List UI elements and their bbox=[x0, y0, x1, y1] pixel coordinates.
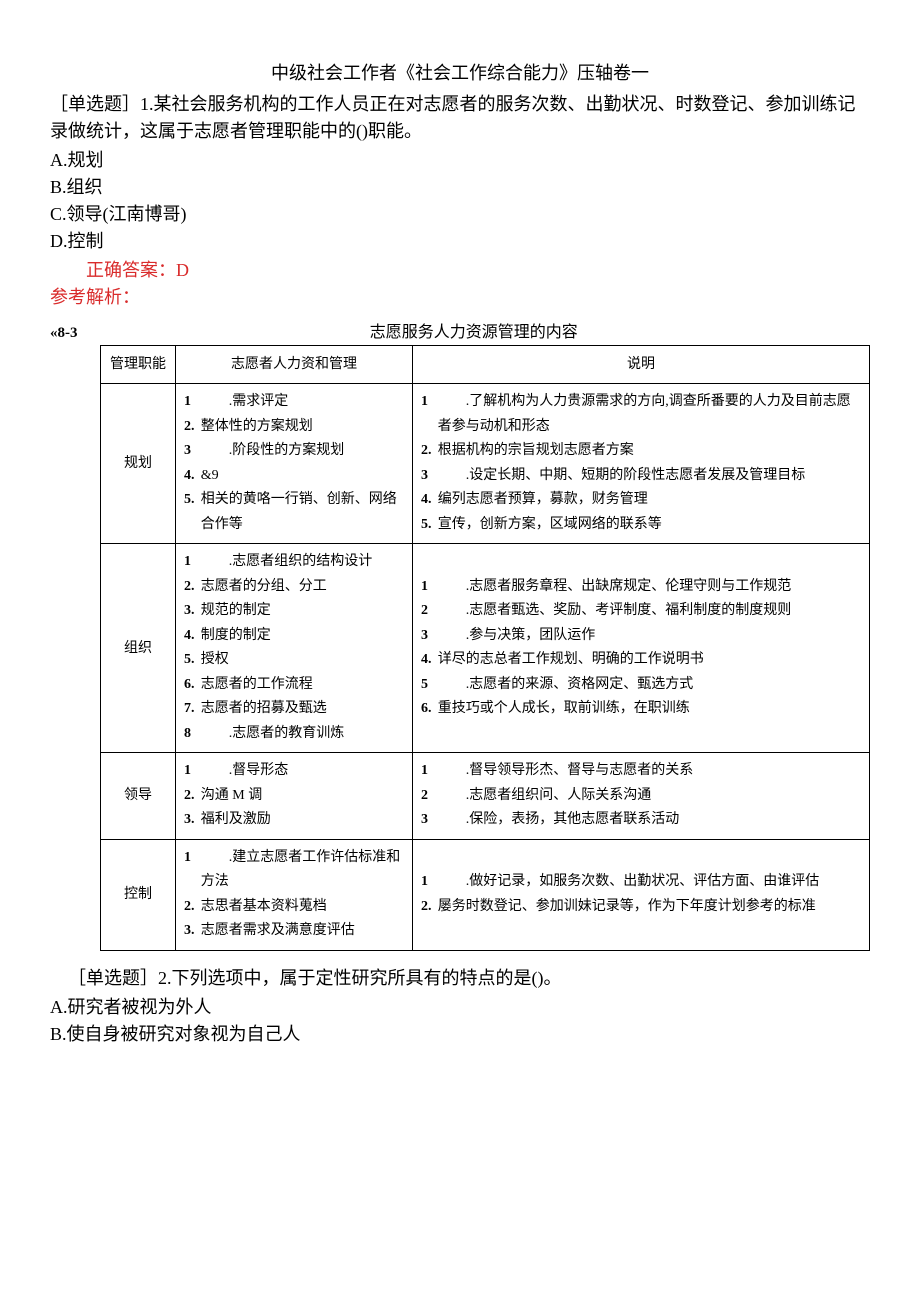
col-header-desc: 说明 bbox=[413, 346, 870, 384]
cell-func: 领导 bbox=[101, 753, 176, 840]
cell-desc: 1.了解机构为人力贵源需求的方向,调查所番要的人力及目前志愿者参与动机和形态2.… bbox=[413, 384, 870, 544]
q2-prefix: ［单选题］2. bbox=[68, 968, 172, 988]
cell-hr: 1.需求评定2.整体性的方案规划3.阶段性的方案规划4.&95.相关的黄咯一行销… bbox=[176, 384, 413, 544]
q1-prefix: ［单选题］1. bbox=[50, 94, 154, 114]
cell-func: 控制 bbox=[101, 839, 176, 950]
q2-block: ［单选题］2.下列选项中，属于定性研究所具有的特点的是()。 A.研究者被视为外… bbox=[50, 965, 870, 1048]
col-header-hr: 志愿者人力资和管理 bbox=[176, 346, 413, 384]
col-header-func: 管理职能 bbox=[101, 346, 176, 384]
table-row: 组织1.志愿者组织的结构设计2.志愿者的分组、分工3.规范的制定4.制度的制定5… bbox=[101, 544, 870, 753]
table-caption: 志愿服务人力资源管理的内容 bbox=[78, 321, 871, 345]
q1-option-b: B.组织 bbox=[50, 174, 870, 201]
q2-text: 下列选项中，属于定性研究所具有的特点的是()。 bbox=[172, 968, 562, 988]
q2-option-a: A.研究者被视为外人 bbox=[50, 994, 870, 1021]
q1-stem: ［单选题］1.某社会服务机构的工作人员正在对志愿者的服务次数、出勤状况、时数登记… bbox=[50, 91, 870, 145]
q1-text: 某社会服务机构的工作人员正在对志愿者的服务次数、出勤状况、时数登记、参加训练记录… bbox=[50, 94, 856, 141]
table-header-row: 管理职能 志愿者人力资和管理 说明 bbox=[101, 346, 870, 384]
cell-func: 组织 bbox=[101, 544, 176, 753]
cell-func: 规划 bbox=[101, 384, 176, 544]
cell-hr: 1.建立志愿者工作许估标准和方法2.志思者基本资料蒐档3.志愿者需求及满意度评估 bbox=[176, 839, 413, 950]
table-row: 领导1.督导形态2.沟通 M 调3.福利及激励1.督导领导形杰、督导与志愿者的关… bbox=[101, 753, 870, 840]
table-tag: «8-3 bbox=[50, 322, 78, 345]
hr-table: 管理职能 志愿者人力资和管理 说明 规划1.需求评定2.整体性的方案规划3.阶段… bbox=[100, 345, 870, 951]
table-row: 控制1.建立志愿者工作许估标准和方法2.志思者基本资料蒐档3.志愿者需求及满意度… bbox=[101, 839, 870, 950]
cell-desc: 1.做好记录，如服务次数、出勤状况、评估方面、由谁评估2.屡务时数登记、参加训妹… bbox=[413, 839, 870, 950]
q1-analysis-label: 参考解析： bbox=[50, 284, 870, 311]
cell-desc: 1.督导领导形杰、督导与志愿者的关系2.志愿者组织问、人际关系沟通3.保险，表扬… bbox=[413, 753, 870, 840]
q2-option-b: B.使自身被研究对象视为自己人 bbox=[50, 1021, 870, 1048]
page-title: 中级社会工作者《社会工作综合能力》压轴卷一 bbox=[50, 60, 870, 87]
q1-option-c: C.领导(江南博哥) bbox=[50, 201, 870, 228]
q2-stem: ［单选题］2.下列选项中，属于定性研究所具有的特点的是()。 bbox=[50, 965, 870, 992]
q1-option-a: A.规划 bbox=[50, 147, 870, 174]
q1-option-d: D.控制 bbox=[50, 228, 870, 255]
cell-desc: 1.志愿者服务章程、出缺席规定、伦理守则与工作规范2.志愿者甄选、奖励、考评制度… bbox=[413, 544, 870, 753]
q1-answer: 正确答案：D bbox=[86, 257, 870, 284]
table-caption-row: «8-3 志愿服务人力资源管理的内容 bbox=[50, 321, 870, 345]
cell-hr: 1.志愿者组织的结构设计2.志愿者的分组、分工3.规范的制定4.制度的制定5.授… bbox=[176, 544, 413, 753]
cell-hr: 1.督导形态2.沟通 M 调3.福利及激励 bbox=[176, 753, 413, 840]
table-row: 规划1.需求评定2.整体性的方案规划3.阶段性的方案规划4.&95.相关的黄咯一… bbox=[101, 384, 870, 544]
